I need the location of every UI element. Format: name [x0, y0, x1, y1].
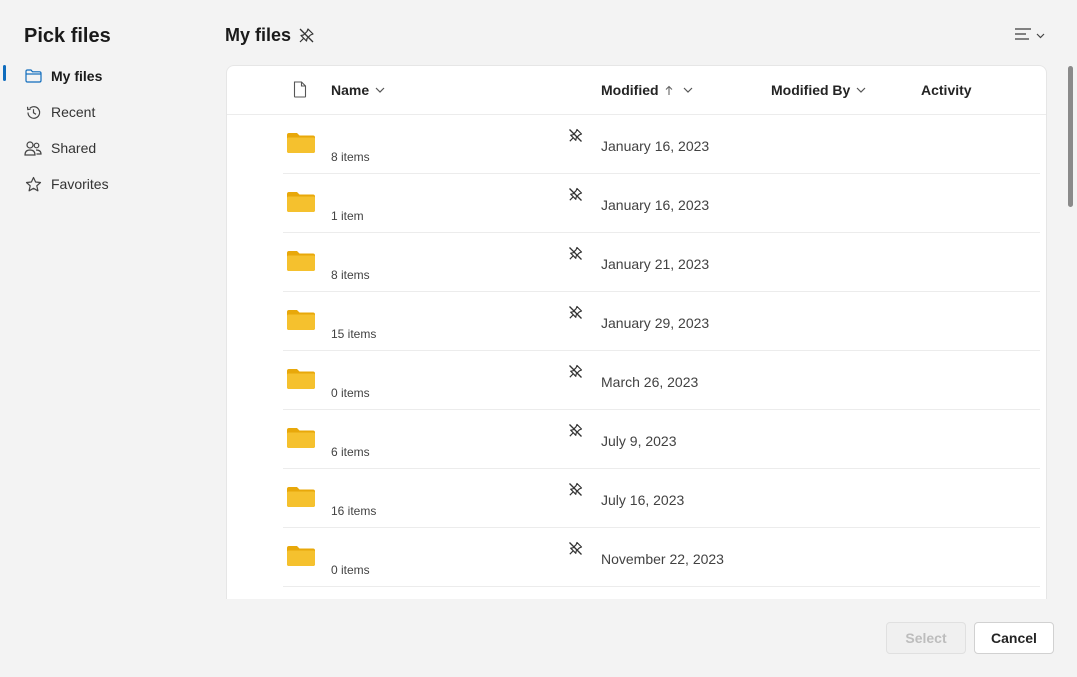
- column-header-modified[interactable]: Modified: [601, 82, 693, 98]
- column-label: Modified By: [771, 82, 851, 98]
- pin-off-icon[interactable]: [568, 482, 583, 502]
- table-row[interactable]: 6 items July 9, 2023: [283, 410, 1040, 469]
- page-title-text: My files: [225, 25, 292, 45]
- sidebar-nav: My files Recent Shared Favorites: [0, 58, 210, 202]
- table-row[interactable]: 0 items March 26, 2023: [283, 351, 1040, 410]
- folder-icon: [24, 67, 42, 85]
- item-count: 8 items: [331, 268, 370, 282]
- sidebar: Pick files My files Recent Shared Favori…: [0, 0, 210, 677]
- pin-off-icon[interactable]: [568, 541, 583, 561]
- sidebar-item-label: Favorites: [51, 176, 109, 192]
- item-count: 0 items: [331, 563, 370, 577]
- sidebar-item-my-files[interactable]: My files: [0, 58, 210, 94]
- vertical-scrollbar[interactable]: [1068, 66, 1073, 207]
- chevron-down-icon: [375, 87, 385, 93]
- item-count: 1 item: [331, 209, 364, 223]
- view-options-button[interactable]: [1012, 26, 1052, 46]
- sidebar-item-shared[interactable]: Shared: [0, 130, 210, 166]
- modified-date: January 16, 2023: [601, 138, 710, 154]
- folder-icon: [286, 132, 316, 159]
- sort-ascending-icon: [665, 85, 673, 96]
- column-header-name[interactable]: Name: [331, 82, 385, 98]
- modified-date: January 29, 2023: [601, 315, 710, 331]
- modified-date: July 9, 2023: [601, 433, 677, 449]
- modified-date: March 26, 2023: [601, 374, 699, 390]
- pin-off-icon[interactable]: [568, 187, 583, 207]
- table-row[interactable]: 15 items January 29, 2023: [283, 292, 1040, 351]
- column-header-modified-by[interactable]: Modified By: [771, 82, 866, 98]
- modified-date: July 16, 2023: [601, 492, 685, 508]
- folder-icon: [286, 545, 316, 572]
- file-list-panel: Name Modified Modified By Activity 8 ite…: [226, 65, 1047, 599]
- table-row[interactable]: 8 items January 16, 2023: [283, 115, 1040, 174]
- chevron-down-icon: [856, 87, 866, 93]
- item-count: 6 items: [331, 445, 370, 459]
- table-row[interactable]: 1 item January 16, 2023: [283, 174, 1040, 233]
- sidebar-item-label: Shared: [51, 140, 97, 156]
- pin-off-icon[interactable]: [298, 27, 315, 44]
- sidebar-item-label: My files: [51, 68, 103, 84]
- column-header-activity[interactable]: Activity: [921, 82, 972, 98]
- modified-date: January 16, 2023: [601, 197, 710, 213]
- pin-off-icon[interactable]: [568, 423, 583, 443]
- sidebar-item-recent[interactable]: Recent: [0, 94, 210, 130]
- history-icon: [24, 103, 42, 121]
- modified-date: January 21, 2023: [601, 256, 710, 272]
- list-view-icon: [1012, 26, 1032, 47]
- file-type-icon[interactable]: [293, 81, 307, 103]
- sidebar-item-label: Recent: [51, 104, 96, 120]
- item-count: 8 items: [331, 150, 370, 164]
- folder-icon: [286, 250, 316, 277]
- page-title: My files: [225, 25, 315, 46]
- folder-icon: [286, 486, 316, 513]
- chevron-down-icon: [683, 87, 693, 93]
- modified-date: November 22, 2023: [601, 551, 724, 567]
- column-header-row: Name Modified Modified By Activity: [227, 66, 1046, 115]
- folder-icon: [286, 427, 316, 454]
- pin-off-icon[interactable]: [568, 305, 583, 325]
- chevron-down-icon: [1036, 33, 1045, 39]
- select-button[interactable]: Select: [886, 622, 966, 654]
- star-icon: [24, 175, 42, 193]
- folder-icon: [286, 191, 316, 218]
- pin-off-icon[interactable]: [568, 246, 583, 266]
- app-title: Pick files: [24, 25, 111, 47]
- folder-icon: [286, 309, 316, 336]
- people-icon: [24, 139, 42, 157]
- table-row[interactable]: 0 items November 22, 2023: [283, 528, 1040, 587]
- sidebar-item-favorites[interactable]: Favorites: [0, 166, 210, 202]
- item-count: 15 items: [331, 327, 377, 341]
- cancel-button[interactable]: Cancel: [974, 622, 1054, 654]
- pin-off-icon[interactable]: [568, 364, 583, 384]
- item-count: 0 items: [331, 386, 370, 400]
- column-label: Name: [331, 82, 370, 98]
- table-row[interactable]: 8 items January 21, 2023: [283, 233, 1040, 292]
- item-count: 16 items: [331, 504, 377, 518]
- column-label: Activity: [921, 82, 972, 98]
- table-row[interactable]: 16 items July 16, 2023: [283, 469, 1040, 528]
- column-label: Modified: [601, 82, 659, 98]
- pin-off-icon[interactable]: [568, 128, 583, 148]
- folder-icon: [286, 368, 316, 395]
